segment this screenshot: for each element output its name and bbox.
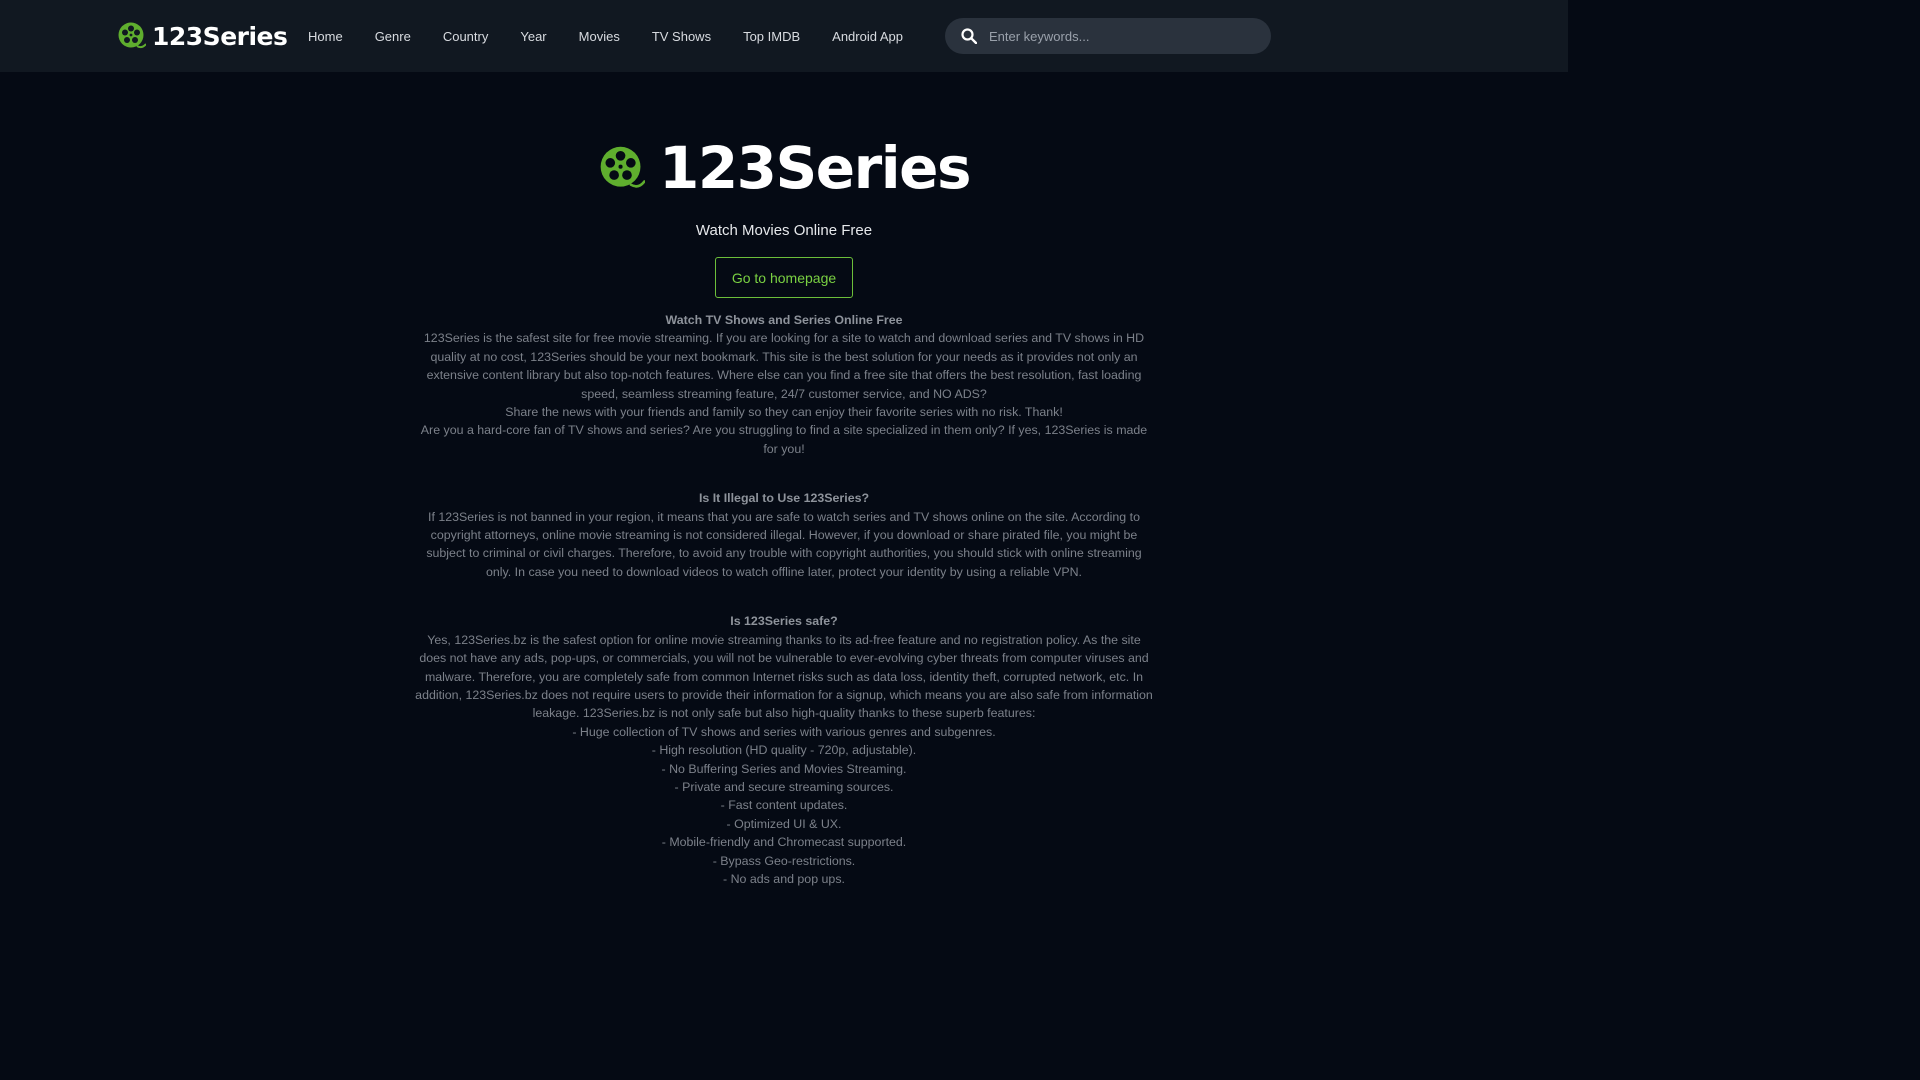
brand-name: 123Series bbox=[152, 21, 288, 51]
paragraph: Are you a hard-core fan of TV shows and … bbox=[420, 423, 1148, 456]
nav-item-home[interactable]: Home bbox=[292, 29, 359, 44]
seo-content: Watch TV Shows and Series Online Free 12… bbox=[414, 311, 1154, 919]
feature-item: - Bypass Geo-restrictions. bbox=[712, 853, 856, 868]
tagline: Watch Movies Online Free bbox=[695, 222, 873, 239]
section-heading: Is It Illegal to Use 123Series? bbox=[698, 491, 870, 506]
section-heading: Watch TV Shows and Series Online Free bbox=[665, 313, 903, 327]
feature-item: - Huge collection of TV shows and series… bbox=[572, 724, 996, 739]
main-nav: Home Genre Country Year Movies TV Shows … bbox=[292, 0, 919, 72]
feature-item: - Optimized UI & UX. bbox=[726, 816, 842, 831]
paragraph: If 123Series is not banned in your regio… bbox=[426, 509, 1142, 579]
feature-item: - No ads and pop ups. bbox=[723, 871, 845, 886]
feature-item: - High resolution (HD quality - 720p, ad… bbox=[651, 743, 917, 758]
nav-item-tv-shows[interactable]: TV Shows bbox=[636, 29, 727, 44]
nav-item-movies[interactable]: Movies bbox=[563, 29, 636, 44]
paragraph: Yes, 123Series.bz is the safest option f… bbox=[415, 632, 1153, 721]
nav-item-year[interactable]: Year bbox=[504, 29, 562, 44]
nav-item-top-imdb[interactable]: Top IMDB bbox=[727, 29, 816, 44]
film-reel-icon bbox=[118, 22, 146, 49]
nav-item-genre[interactable]: Genre bbox=[359, 29, 427, 44]
content-section: Watch TV Shows and Series Online Free 12… bbox=[414, 311, 1154, 458]
search-bar bbox=[945, 18, 1271, 54]
feature-item: - No Buffering Series and Movies Streami… bbox=[661, 761, 907, 776]
feature-item: - Private and secure streaming sources. bbox=[674, 779, 894, 794]
paragraph: 123Series is the safest site for free mo… bbox=[423, 331, 1145, 401]
brand-logo-link[interactable]: 123Series bbox=[118, 20, 288, 52]
section-heading: Is 123Series safe? bbox=[730, 614, 838, 629]
hero-logo: 123Series bbox=[600, 134, 972, 202]
film-reel-icon bbox=[600, 146, 645, 188]
go-to-homepage-button[interactable]: Go to homepage bbox=[715, 257, 853, 298]
paragraph: Share the news with your friends and fam… bbox=[505, 405, 1063, 420]
top-navbar: 123Series Home Genre Country Year Movies… bbox=[0, 0, 1568, 72]
feature-item: - Mobile-friendly and Chromecast support… bbox=[661, 835, 907, 850]
search-input[interactable] bbox=[989, 18, 1259, 54]
hero-brand-name: 123Series bbox=[658, 134, 972, 202]
search-icon[interactable] bbox=[961, 28, 977, 44]
nav-item-android-app[interactable]: Android App bbox=[816, 29, 919, 44]
nav-item-country[interactable]: Country bbox=[427, 29, 505, 44]
content-section: Is It Illegal to Use 123Series? If 123Se… bbox=[414, 489, 1154, 581]
feature-item: - Fast content updates. bbox=[720, 798, 848, 813]
content-section: Is 123Series safe? Yes, 123Series.bz is … bbox=[414, 612, 1154, 888]
